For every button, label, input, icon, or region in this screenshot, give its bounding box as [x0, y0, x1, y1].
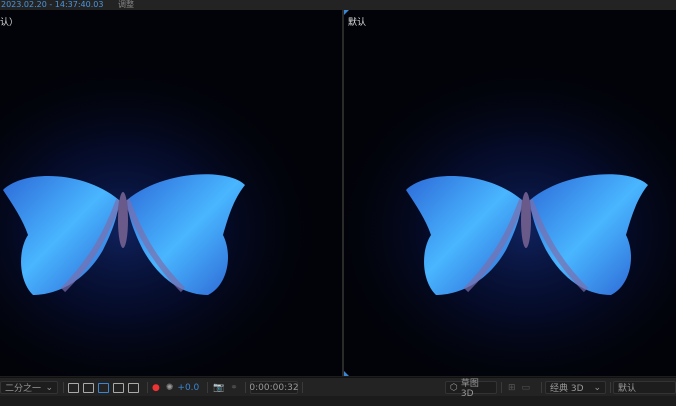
mask-visibility-icon[interactable]: [98, 382, 109, 393]
region-of-interest-icon[interactable]: [113, 382, 124, 393]
color-channels-icon[interactable]: ●: [152, 383, 160, 393]
view-dropdown[interactable]: 默认: [613, 381, 676, 394]
viewer-left[interactable]: 认）: [0, 10, 342, 376]
view-layout-icon[interactable]: ⊞: [508, 383, 516, 393]
grid-guides-icon[interactable]: [128, 382, 139, 393]
fast-preview-icon[interactable]: [68, 382, 79, 393]
viewer-label: 认）: [0, 18, 19, 28]
3d-mode-dropdown[interactable]: 经典 3D ⌄: [545, 381, 606, 394]
renderer-button[interactable]: ⬡ 草图 3D: [445, 379, 497, 399]
draft-3d-icon: ⬡: [450, 382, 458, 393]
adjust-tab[interactable]: 调整: [118, 0, 134, 10]
magnification-value: 二分之一: [5, 384, 42, 394]
bottom-panel: [0, 396, 676, 406]
viewer-label: 默认: [348, 18, 367, 28]
chevron-down-icon: ⌄: [593, 382, 601, 393]
viewer-toolbar: 二分之一 ⌄ ● ✺ +0.0 📷 ⚭ 0:00:00:32 ⬡ 草图 3D ⊞ ▭ 经…: [0, 377, 676, 399]
exposure-value[interactable]: +0.0: [177, 383, 199, 393]
exposure-icon[interactable]: ✺: [166, 383, 174, 393]
viewer-right[interactable]: 默认: [344, 10, 676, 376]
chevron-down-icon: ⌄: [45, 382, 53, 393]
transparency-grid-icon[interactable]: [83, 382, 94, 393]
magnification-dropdown[interactable]: 二分之一 ⌄: [0, 381, 58, 394]
current-time[interactable]: 0:00:00:32: [249, 381, 299, 394]
butterfly-image: [344, 10, 676, 376]
top-bar: 2023.02.20 - 14:37:40.03 调整: [0, 0, 676, 10]
3d-mode-value: 经典 3D: [550, 384, 584, 394]
timestamp: 2023.02.20 - 14:37:40.03: [1, 0, 104, 9]
active-view-marker: [344, 371, 349, 376]
show-snapshot-icon[interactable]: ⚭: [230, 383, 238, 393]
butterfly-image: [0, 10, 342, 376]
toolbar-icons: [68, 381, 143, 394]
camera-snapshot-icon[interactable]: 📷: [213, 383, 224, 393]
view-value: 默认: [618, 384, 637, 394]
view-options-icon[interactable]: ▭: [522, 383, 531, 393]
